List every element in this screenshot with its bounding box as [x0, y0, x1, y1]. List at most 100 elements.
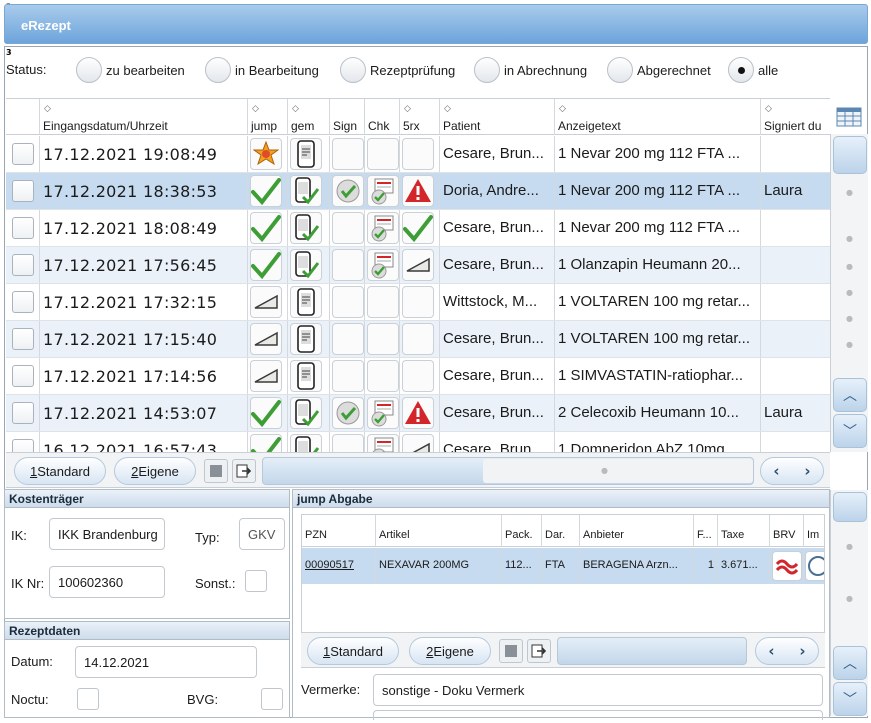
abgabe-col-dar[interactable]: Dar. [542, 515, 580, 547]
table-row[interactable]: 17.12.2021 17:32:15 Wittstock, M... 1 VOLT… [6, 284, 830, 321]
ramp-icon[interactable] [402, 249, 434, 281]
ramp-icon[interactable] [250, 323, 282, 355]
chevron-right-icon[interactable]: › [804, 462, 810, 480]
abgabe-col-taxe[interactable]: Taxe [718, 515, 770, 547]
empty-icon-slot[interactable] [332, 360, 364, 392]
phone-check-icon[interactable] [290, 212, 322, 244]
status-radio-in-abrechnung[interactable]: in Abrechnung [474, 57, 587, 83]
header-signiert[interactable]: ◇ Signiert du [761, 99, 830, 135]
abgabe-pzn-link[interactable]: 00090517 [302, 548, 376, 584]
radio-dot-selected[interactable] [728, 57, 754, 83]
empty-icon-slot[interactable] [332, 249, 364, 281]
phone-icon[interactable] [290, 360, 322, 392]
abgabe-square-icon[interactable] [499, 639, 523, 663]
doc-check-icon[interactable] [367, 397, 399, 429]
phone-check-icon[interactable] [290, 249, 322, 281]
abgabe-col-im[interactable]: Im [804, 515, 824, 547]
row-checkbox[interactable] [12, 439, 34, 452]
doc-check-icon[interactable] [367, 434, 399, 452]
vermerke-field[interactable]: sonstige - Doku Vermerk [373, 674, 823, 706]
phone-icon[interactable] [290, 286, 322, 318]
table-row[interactable]: 17.12.2021 14:53:07 Cesare, Brun... 2 Cele… [6, 395, 830, 432]
horizontal-scrollbar[interactable]: ● [262, 457, 754, 485]
row-checkbox[interactable] [12, 143, 34, 165]
empty-icon-slot[interactable] [402, 360, 434, 392]
header-datetime[interactable]: ◇ Eingangsdatum/Uhrzeit [40, 99, 248, 135]
header-sign[interactable]: Sign [330, 99, 365, 135]
ramp-icon[interactable] [402, 434, 434, 452]
doc-check-icon[interactable] [367, 212, 399, 244]
chevron-right-icon[interactable]: › [799, 642, 805, 660]
abgabe-col-artikel[interactable]: Artikel [376, 515, 502, 547]
abgabe-row[interactable]: 00090517 NEXAVAR 200MG 112... FTA BERAGE… [302, 548, 824, 584]
shield-icon[interactable] [805, 551, 824, 581]
scroll-track[interactable] [483, 459, 753, 483]
bvg-checkbox[interactable] [261, 688, 283, 710]
doc-check-icon[interactable] [367, 175, 399, 207]
column-settings-icon[interactable] [832, 100, 866, 134]
chevron-left-icon[interactable]: ‹ [768, 642, 774, 660]
check-circle-icon[interactable] [332, 397, 364, 429]
doc-check-icon[interactable] [367, 249, 399, 281]
phone-icon[interactable] [290, 323, 322, 355]
header-5rx[interactable]: ◇ 5rx [400, 99, 440, 135]
abgabe-col-pack[interactable]: Pack. [502, 515, 542, 547]
scroll-up-button[interactable]: ︿ [833, 378, 867, 412]
row-checkbox[interactable] [12, 217, 34, 239]
layout-tab-eigene[interactable]: 2 Eigene [114, 457, 196, 485]
table-row[interactable]: 17.12.2021 18:38:53 Doria, Andre... 1 Neva… [6, 173, 830, 210]
export-icon[interactable] [232, 459, 256, 483]
status-radio-in-bearbeitung[interactable]: in Bearbeitung [205, 57, 319, 83]
ramp-icon[interactable] [250, 286, 282, 318]
header-jump[interactable]: ◇ jump [248, 99, 288, 135]
abgabe-page-nav[interactable]: ‹ › [755, 637, 819, 665]
empty-icon-slot[interactable] [332, 212, 364, 244]
chevron-left-icon[interactable]: ‹ [773, 462, 779, 480]
radio-dot[interactable] [607, 57, 633, 83]
header-patient[interactable]: ◇ Patient [440, 99, 555, 135]
phone-check-icon[interactable] [290, 434, 322, 452]
empty-icon-slot[interactable] [367, 360, 399, 392]
phone-check-icon[interactable] [290, 175, 322, 207]
row-checkbox[interactable] [12, 402, 34, 424]
scroll-down-button[interactable]: ﹀ [833, 682, 867, 716]
row-checkbox[interactable] [12, 254, 34, 276]
ramp-icon[interactable] [250, 360, 282, 392]
layout-tab-standard[interactable]: 1 Standard [14, 457, 106, 485]
abgabe-tab-eigene[interactable]: 2 Eigene [409, 637, 491, 665]
tilde-icon[interactable] [772, 551, 802, 581]
table-row[interactable]: 17.12.2021 17:15:40 Cesare, Brun... 1 VOLT… [6, 321, 830, 358]
abgabe-col-brv[interactable]: BRV [770, 515, 804, 547]
empty-icon-slot[interactable] [367, 286, 399, 318]
star-icon[interactable] [250, 138, 282, 170]
scroll-up-button[interactable]: ︿ [833, 646, 867, 680]
status-radio-abgerechnet[interactable]: Abgerechnet [607, 57, 711, 83]
iknr-field[interactable]: 100602360 [49, 566, 165, 598]
header-anzeigetext[interactable]: ◇ Anzeigetext [555, 99, 761, 135]
status-radio-zu-bearbeiten[interactable]: zu bearbeiten [76, 57, 185, 83]
sonst-checkbox[interactable] [245, 570, 267, 592]
datum-field[interactable]: 14.12.2021 [75, 646, 257, 678]
row-checkbox[interactable] [12, 180, 34, 202]
abgabe-horizontal-scrollbar[interactable] [557, 637, 747, 665]
status-radio-alle[interactable]: alle [728, 57, 778, 83]
scroll-thumb[interactable] [833, 492, 867, 522]
check-icon[interactable] [250, 249, 282, 281]
table-row[interactable]: 17.12.2021 17:14:56 Cesare, Brun... 1 SIMV… [6, 358, 830, 395]
table-row[interactable]: 16.12.2021 16:57:43 Cesare, Brun... 1 Domp… [6, 432, 830, 452]
typ-field[interactable]: GKV [239, 518, 285, 550]
empty-icon-slot[interactable] [332, 323, 364, 355]
warning-icon[interactable] [402, 397, 434, 429]
table-row[interactable]: 17.12.2021 18:08:49 Cesare, Brun... 1 Neva… [6, 210, 830, 247]
abgabe-col-pzn[interactable]: PZN [302, 515, 376, 547]
header-chk[interactable]: Chk [365, 99, 400, 135]
ik-field[interactable]: IKK Brandenburg [49, 518, 165, 550]
radio-dot[interactable] [205, 57, 231, 83]
empty-icon-slot[interactable] [367, 138, 399, 170]
check-icon[interactable] [250, 397, 282, 429]
header-gem[interactable]: ◇ gem [288, 99, 330, 135]
empty-icon-slot[interactable] [332, 138, 364, 170]
check-icon[interactable] [250, 175, 282, 207]
table-row[interactable]: 17.12.2021 17:56:45 Cesare, Brun... 1 Olan… [6, 247, 830, 284]
radio-dot[interactable] [340, 57, 366, 83]
